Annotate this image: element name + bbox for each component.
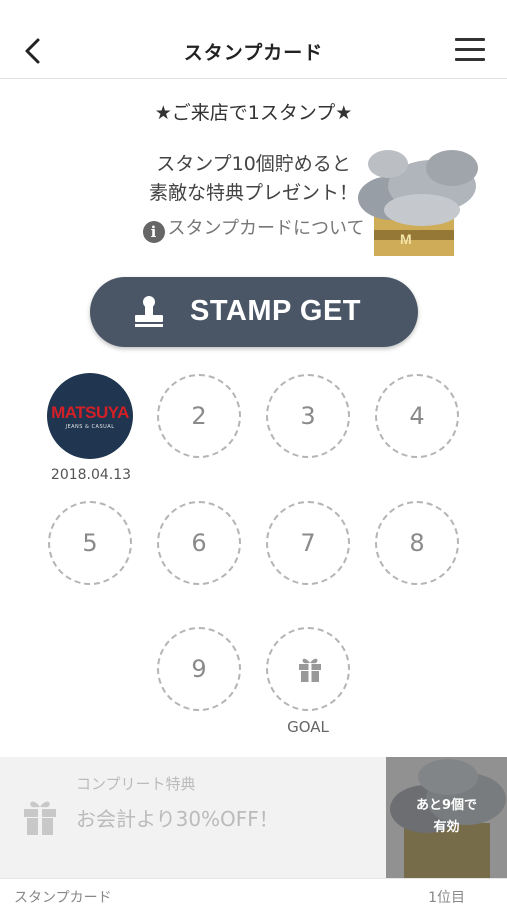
info-icon: i: [142, 221, 165, 243]
logo-subtitle: JEANS & CASUAL: [65, 424, 115, 430]
desc-line-1: スタンプ10個貯めると: [156, 153, 351, 175]
stamp-icon: [135, 296, 163, 327]
stamp-rule-text: ★ご来店で1スタンプ★: [154, 102, 353, 124]
about-link-label: スタンプカードについて: [167, 218, 365, 239]
stamp-date: 2018.04.13: [50, 467, 132, 483]
stamp-slot-5: 5: [48, 501, 132, 585]
desc-line-2: 素敵な特典プレゼント！: [148, 182, 358, 204]
stamp-get-label: STAMP GET: [190, 295, 361, 327]
stamp-reward-description: スタンプ10個貯めると 素敵な特典プレゼント！: [0, 150, 507, 208]
stamp-slot-9: 9: [157, 627, 241, 711]
badge-line-1: あと9個で: [415, 798, 478, 813]
stamp-slot-6: 6: [157, 501, 241, 585]
matsuya-logo: MATSUYA: [51, 403, 129, 422]
card-list-label: スタンプカード: [14, 890, 112, 906]
app-header: スタンプカード: [0, 0, 507, 79]
goal-label: GOAL: [287, 718, 329, 736]
stamp-slot-7: 7: [266, 501, 350, 585]
stamp-slot-1-filled: MATSUYA JEANS & CASUAL: [47, 373, 133, 459]
badge-line-2: 有効: [433, 820, 460, 835]
stamp-get-button[interactable]: STAMP GET: [90, 277, 418, 347]
stamp-slot-8: 8: [375, 501, 459, 585]
card-list-row[interactable]: スタンプカード 1位目: [0, 878, 507, 906]
reward-text: お会計より30%OFF！: [76, 807, 279, 831]
remaining-badge: あと9個で 有効: [386, 795, 507, 839]
reward-kicker: コンプリート特典: [76, 775, 196, 793]
stamp-slot-2: 2: [157, 374, 241, 458]
stamp-slot-3: 3: [266, 374, 350, 458]
stamp-slot-4: 4: [375, 374, 459, 458]
hamburger-menu-icon[interactable]: [455, 38, 485, 64]
gift-icon: [24, 801, 56, 835]
about-stamp-card-link[interactable]: i スタンプカードについて: [0, 214, 507, 243]
stamp-info-panel: M ★ご来店で1スタンプ★ スタンプ10個貯めると 素敵な特典プレゼント！ iス…: [0, 80, 507, 260]
card-list-count: 1位目: [428, 890, 465, 906]
reward-product-image: あと9個で 有効: [386, 757, 507, 878]
gift-icon: [299, 658, 321, 682]
stamp-slot-goal: [266, 627, 350, 711]
complete-reward-banner: コンプリート特典 お会計より30%OFF！ あと9個で 有効: [0, 757, 507, 878]
page-title: スタンプカード: [183, 42, 324, 64]
